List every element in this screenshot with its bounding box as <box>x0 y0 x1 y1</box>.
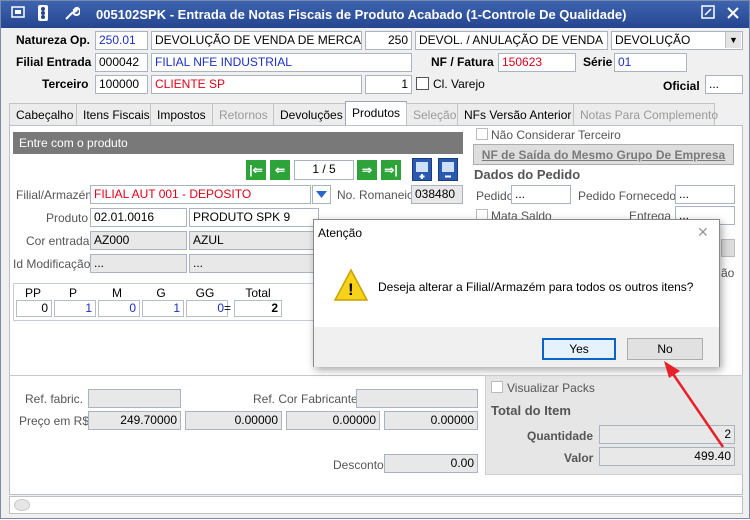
main-window: 005102SPK - Entrada de Notas Fiscais de … <box>0 0 750 519</box>
annotation-arrow <box>664 361 725 448</box>
